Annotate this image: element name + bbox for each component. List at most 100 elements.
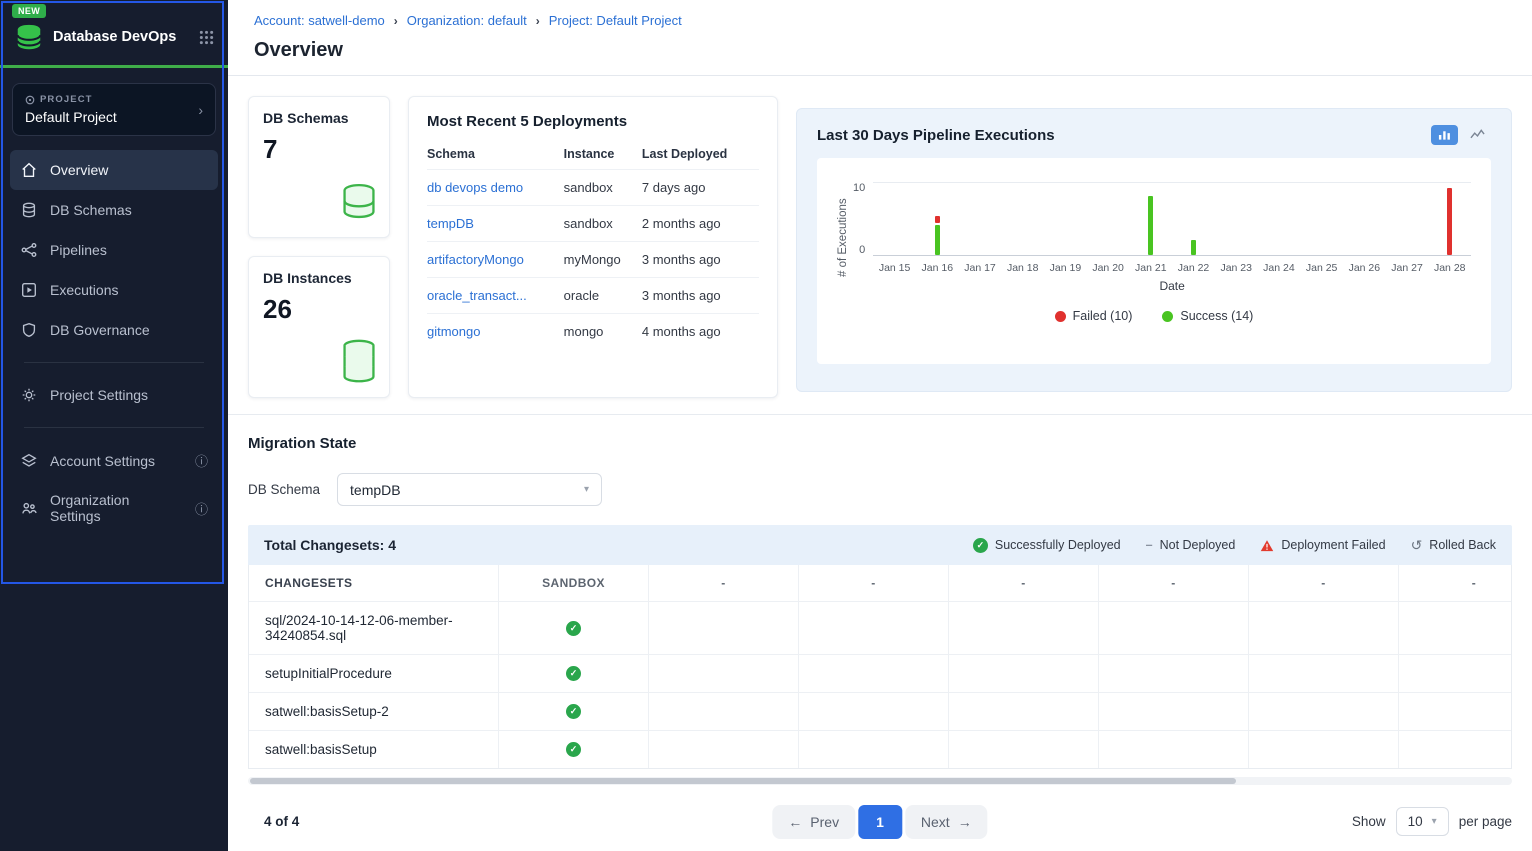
x-tick-label: Jan 19 (1044, 256, 1087, 274)
chart-title: Last 30 Days Pipeline Executions (817, 127, 1055, 144)
bar-failed (1447, 188, 1452, 255)
db-schema-selected-value: tempDB (350, 482, 401, 498)
recent-deployments-title: Most Recent 5 Deployments (427, 113, 759, 130)
empty-cell (799, 655, 949, 692)
changeset-name: satwell:basisSetup (249, 731, 499, 768)
next-page-button[interactable]: Next → (905, 805, 988, 839)
main-content: Account: satwell-demo › Organization: de… (228, 0, 1532, 851)
success-check-icon (973, 538, 988, 553)
pipeline-executions-card: Last 30 Days Pipeline Executions # of Ex (796, 108, 1512, 392)
bar-chart-toggle[interactable] (1431, 125, 1458, 145)
changesets-header-row: CHANGESETS SANDBOX - - - - - - (249, 565, 1512, 602)
chart-bar-slot-jan-22 (1172, 183, 1215, 255)
empty-cell (649, 655, 799, 692)
empty-cell (649, 693, 799, 730)
table-row: db devops demo sandbox 7 days ago (427, 170, 759, 206)
table-row: gitmongo mongo 4 months ago (427, 314, 759, 350)
y-axis-label: # of Executions (837, 182, 849, 293)
chart-x-ticks: Jan 15Jan 16Jan 17Jan 18Jan 19Jan 20Jan … (873, 256, 1471, 274)
chart-bar-slot-jan-26 (1343, 183, 1386, 255)
sidebar-item-executions[interactable]: Executions (10, 270, 218, 310)
sidebar-item-project-settings[interactable]: Project Settings (10, 375, 218, 415)
column-header-empty: - (1399, 565, 1512, 601)
line-chart-toggle[interactable] (1464, 125, 1491, 145)
prev-page-button[interactable]: ← Prev (772, 805, 855, 839)
home-icon (20, 161, 38, 179)
db-schemas-card[interactable]: DB Schemas 7 (248, 96, 390, 238)
sidebar-item-db-governance[interactable]: DB Governance (10, 310, 218, 350)
sidebar-item-organization-settings[interactable]: Organization Settings ⓘ (10, 481, 218, 535)
sandbox-status-cell (499, 731, 649, 768)
sidebar-item-pipelines[interactable]: Pipelines (10, 230, 218, 270)
empty-cell (1099, 731, 1249, 768)
schema-link[interactable]: gitmongo (427, 324, 480, 339)
chevron-down-icon: ▾ (584, 484, 589, 495)
deployed-cell: 3 months ago (642, 278, 759, 314)
column-header-changesets: CHANGESETS (249, 565, 499, 601)
changesets-table: CHANGESETS SANDBOX - - - - - - sql/2024-… (248, 565, 1512, 769)
migration-state-title: Migration State (248, 435, 1512, 452)
project-target-icon (25, 95, 35, 105)
chart-bar-slot-jan-15 (873, 183, 916, 255)
chart-legend-item: Failed (10) (1055, 309, 1133, 323)
schema-link[interactable]: tempDB (427, 216, 474, 231)
db-instances-card[interactable]: DB Instances 26 (248, 256, 390, 398)
arrow-right-icon: → (958, 814, 972, 830)
sidebar-item-overview[interactable]: Overview (10, 150, 218, 190)
schema-link[interactable]: db devops demo (427, 180, 523, 195)
y-tick-min: 0 (859, 244, 865, 256)
page-1-button[interactable]: 1 (858, 805, 902, 839)
empty-cell (1249, 655, 1399, 692)
per-page-label: per page (1459, 814, 1512, 829)
column-header-instance: Instance (564, 138, 642, 170)
instance-cell: myMongo (564, 242, 642, 278)
per-page-select[interactable]: 10 ▾ (1396, 807, 1449, 836)
db-schema-select[interactable]: tempDB ▾ (337, 473, 602, 506)
empty-cell (949, 655, 1099, 692)
changeset-name: satwell:basisSetup-2 (249, 693, 499, 730)
apps-grid-icon[interactable] (199, 30, 214, 45)
schema-link[interactable]: oracle_transact... (427, 288, 527, 303)
y-axis-ticks: 10 0 (849, 182, 873, 256)
info-icon[interactable]: ⓘ (195, 451, 208, 470)
show-label: Show (1352, 814, 1386, 829)
summary-cards-row: DB Schemas 7 DB Instances 26 (248, 96, 1512, 398)
sidebar-item-db-schemas[interactable]: DB Schemas (10, 190, 218, 230)
empty-cell (1249, 731, 1399, 768)
instance-cell: sandbox (564, 206, 642, 242)
breadcrumb-separator: › (536, 14, 540, 28)
chart-bar-slot-jan-21 (1129, 183, 1172, 255)
project-eyebrow-label: PROJECT (40, 94, 93, 105)
people-icon (20, 499, 38, 517)
sidebar-item-label: Overview (50, 162, 108, 178)
gear-icon (20, 386, 38, 404)
chart-bar-slot-jan-27 (1386, 183, 1429, 255)
arrow-left-icon: ← (788, 814, 802, 830)
sidebar-item-account-settings[interactable]: Account Settings ⓘ (10, 440, 218, 481)
x-tick-label: Jan 28 (1428, 256, 1471, 274)
breadcrumb-organization-link[interactable]: Organization: default (407, 13, 527, 28)
chart-header: Last 30 Days Pipeline Executions (817, 125, 1491, 145)
legend-label: Rolled Back (1429, 538, 1496, 552)
schema-link[interactable]: artifactoryMongo (427, 252, 524, 267)
project-selector[interactable]: PROJECT Default Project › (12, 83, 216, 136)
x-tick-label: Jan 22 (1172, 256, 1215, 274)
x-tick-label: Jan 25 (1300, 256, 1343, 274)
sidebar-item-label: Pipelines (50, 242, 107, 258)
empty-cell (949, 693, 1099, 730)
bar-success (1191, 240, 1196, 255)
breadcrumb-account-link[interactable]: Account: satwell-demo (254, 13, 385, 28)
database-cylinder-icon (333, 176, 385, 233)
column-header-empty: - (949, 565, 1099, 601)
project-eyebrow: PROJECT (25, 94, 117, 105)
x-tick-label: Jan 24 (1258, 256, 1301, 274)
info-icon[interactable]: ⓘ (195, 499, 208, 518)
next-label: Next (921, 814, 950, 830)
breadcrumb-project-link[interactable]: Project: Default Project (549, 13, 682, 28)
project-selector-labels: PROJECT Default Project (25, 94, 117, 125)
total-changesets-label: Total Changesets: 4 (264, 537, 396, 553)
scrollbar-thumb[interactable] (250, 778, 1236, 784)
legend-not-deployed: – Not Deployed (1146, 538, 1236, 552)
chart-bar-slot-jan-23 (1215, 183, 1258, 255)
horizontal-scrollbar[interactable] (248, 777, 1512, 785)
